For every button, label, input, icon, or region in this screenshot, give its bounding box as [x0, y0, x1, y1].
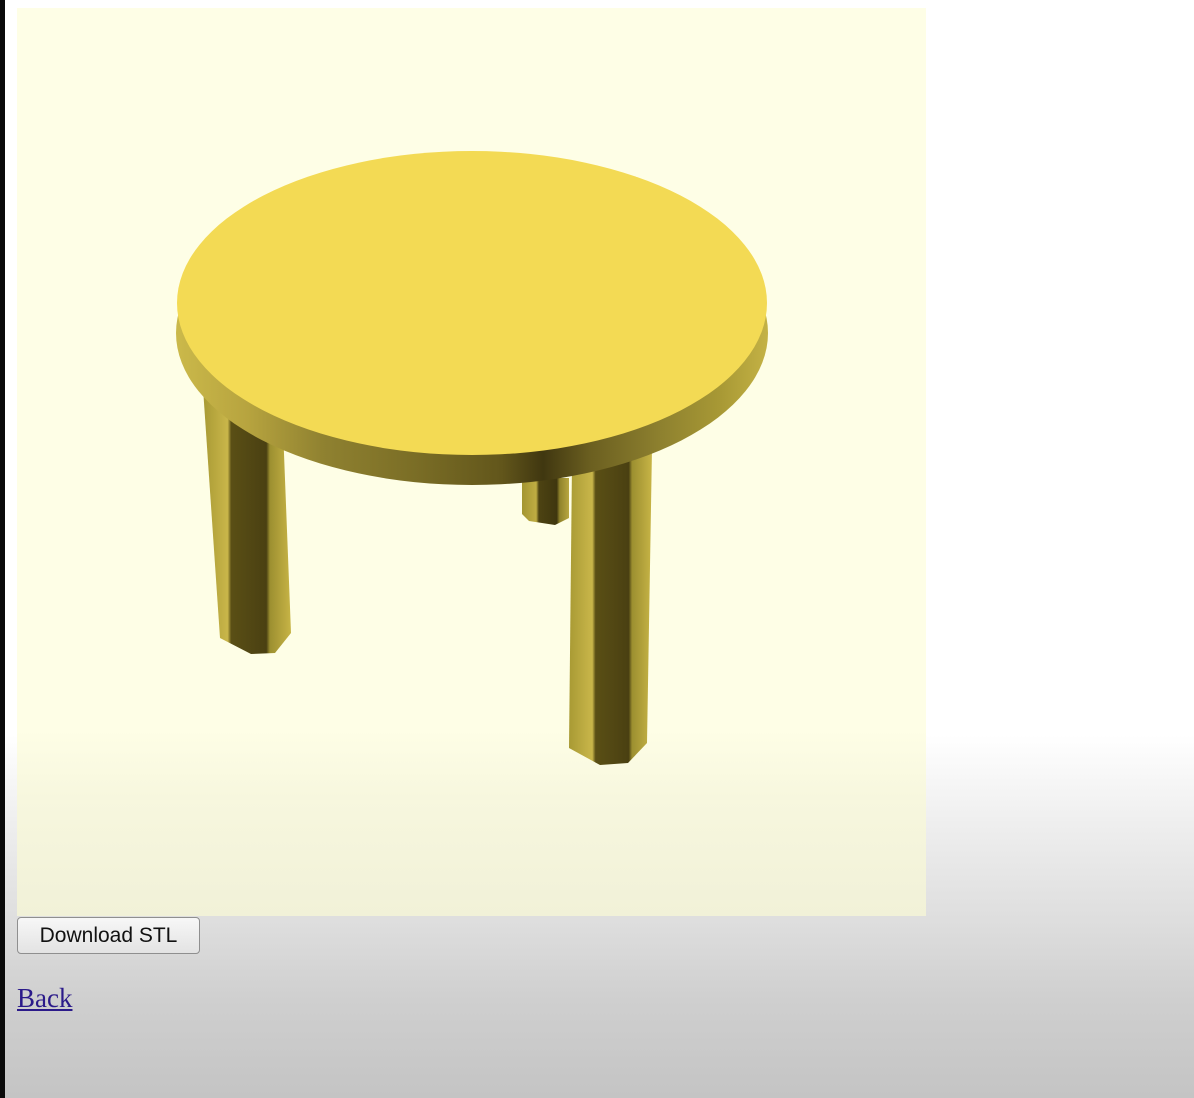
- model-viewer[interactable]: [17, 8, 926, 916]
- download-stl-button[interactable]: Download STL: [17, 917, 200, 954]
- window-edge: [0, 0, 5, 1098]
- back-link[interactable]: Back: [17, 983, 72, 1014]
- table-model-render: [176, 151, 768, 765]
